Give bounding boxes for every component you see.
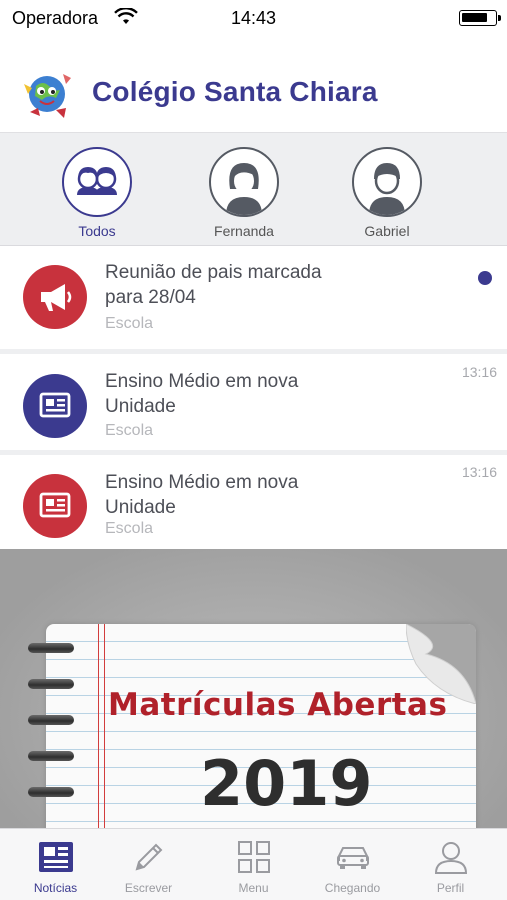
male-avatar-icon	[352, 147, 422, 217]
banner-year: 2019	[200, 747, 373, 820]
tab-noticias[interactable]: Notícias	[5, 839, 106, 895]
school-name: Colégio Santa Chiara	[92, 76, 378, 107]
pencil-icon	[135, 843, 162, 871]
profile-label: Gabriel	[364, 223, 410, 239]
profile-all[interactable]: Todos	[47, 147, 147, 239]
female-avatar-icon	[209, 147, 279, 217]
spiral-ring	[28, 787, 74, 797]
profile-label: Todos	[78, 223, 116, 239]
news-item[interactable]: Reunião de pais marcada para 28/04 Escola	[0, 248, 507, 354]
tab-escrever[interactable]: Escrever	[98, 839, 199, 895]
unread-indicator	[478, 271, 492, 285]
profile-fernanda[interactable]: Fernanda	[194, 147, 294, 239]
news-headline: Ensino Médio em nova Unidade	[105, 472, 299, 518]
news-item[interactable]: Ensino Médio em nova Unidade Escola 13:16	[0, 354, 507, 455]
megaphone-icon	[23, 265, 87, 329]
newspaper-icon	[38, 842, 73, 872]
person-icon	[434, 842, 467, 874]
battery-icon	[459, 10, 501, 26]
news-category: Escola	[105, 422, 154, 439]
school-logo	[24, 74, 71, 118]
tab-label: Notícias	[33, 881, 78, 895]
group-avatar-icon	[62, 147, 132, 217]
news-item[interactable]: Ensino Médio em nova Unidade Escola 13:16	[0, 455, 507, 549]
news-category: Escola	[105, 520, 154, 537]
profile-label: Fernanda	[214, 223, 274, 239]
car-icon	[336, 847, 369, 869]
news-headline: Ensino Médio em nova Unidade	[105, 371, 299, 417]
tab-menu[interactable]: Menu	[203, 839, 304, 895]
tab-perfil[interactable]: Perfil	[400, 839, 501, 895]
enrollment-banner[interactable]: Matrículas Abertas 2019	[0, 549, 507, 829]
banner-headline: Matrículas Abertas	[108, 687, 448, 723]
newspaper-icon	[23, 474, 87, 538]
news-headline: Reunião de pais marcada para 28/04	[105, 262, 322, 308]
tab-label: Perfil	[436, 881, 465, 895]
spiral-ring	[28, 643, 74, 653]
news-time: 13:16	[461, 364, 497, 380]
tab-chegando[interactable]: Chegando	[302, 839, 403, 895]
profile-gabriel[interactable]: Gabriel	[337, 147, 437, 239]
spiral-ring	[28, 715, 74, 725]
newspaper-icon	[23, 374, 87, 438]
tab-label: Menu	[238, 881, 269, 895]
tab-label: Chegando	[324, 881, 381, 895]
profile-filter: Todos Fernanda Gabriel	[0, 132, 507, 246]
news-time: 13:16	[461, 464, 497, 480]
tab-label: Escrever	[124, 881, 173, 895]
clock: 14:43	[230, 8, 277, 28]
spiral-ring	[28, 679, 74, 689]
spiral-ring	[28, 751, 74, 761]
tab-bar: Notícias Escrever Menu Chegando Perfil	[0, 828, 507, 900]
grid-icon	[237, 841, 270, 873]
app-header: Colégio Santa Chiara	[0, 56, 507, 130]
news-category: Escola	[105, 315, 154, 332]
status-bar: Operadora 14:43	[0, 0, 507, 36]
